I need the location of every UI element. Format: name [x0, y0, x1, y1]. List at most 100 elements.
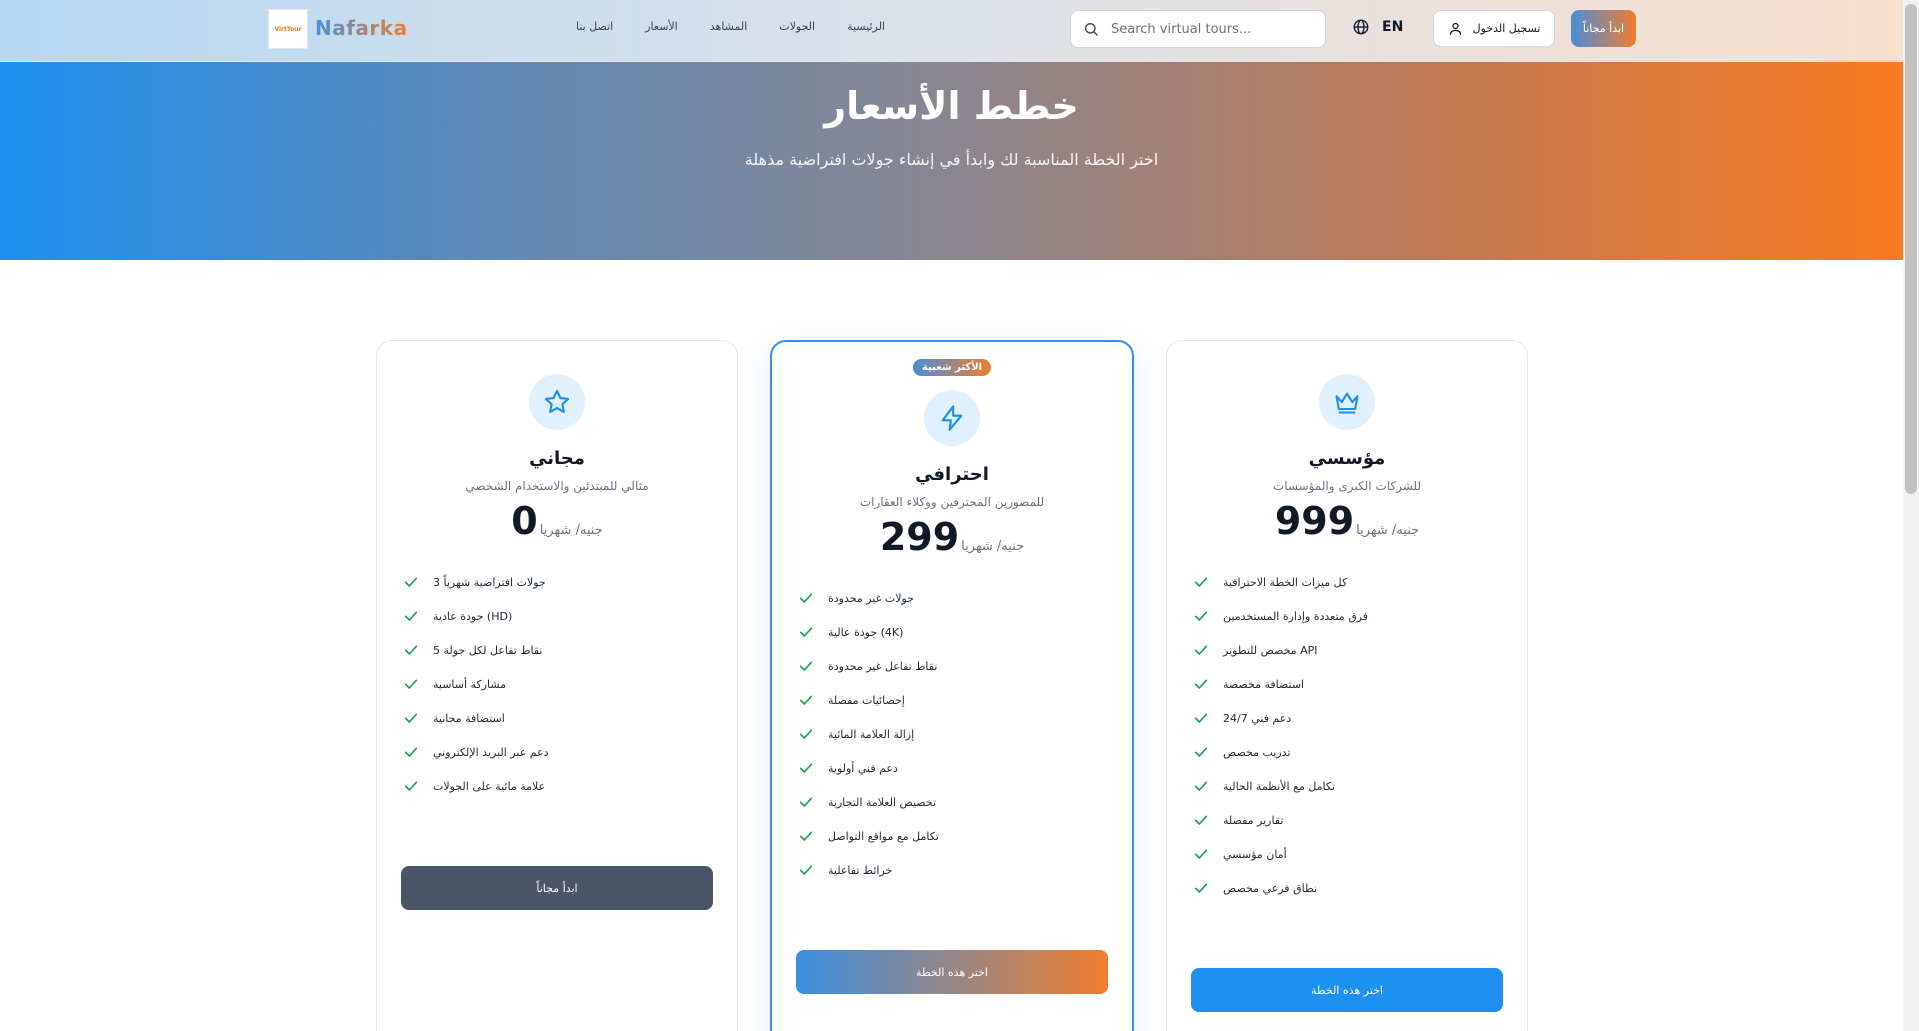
feature-item: فرق متعددة وإدارة المستخدمين	[1167, 599, 1527, 633]
plan-features: جولات غير محدودة جودة عالية (4K) نقاط تف…	[772, 581, 1132, 887]
check-icon	[1194, 747, 1208, 757]
check-icon	[799, 763, 813, 773]
logo-image[interactable]: VirtTour	[268, 9, 308, 49]
feature-item: نطاق فرعي مخصص	[1167, 871, 1527, 905]
plan-price-value: 299	[879, 515, 960, 559]
nav-link-tours[interactable]: الجولات	[763, 20, 831, 40]
check-icon	[1194, 577, 1208, 587]
feature-item: جودة عادية (HD)	[377, 599, 737, 633]
globe-icon	[1353, 19, 1369, 35]
nav-link-home[interactable]: الرئيسية	[831, 20, 901, 40]
feature-item: مخصص للتطوير API	[1167, 633, 1527, 667]
check-icon	[799, 627, 813, 637]
lightning-icon	[941, 405, 963, 431]
check-icon	[1194, 645, 1208, 655]
page-title: خطط الأسعار	[824, 84, 1079, 128]
plan-price-value: 0	[511, 499, 538, 543]
brand-name[interactable]: Nafarka	[315, 16, 408, 40]
popular-badge: الأكثر شعبية	[912, 359, 992, 376]
check-icon	[1194, 679, 1208, 689]
check-icon	[404, 679, 418, 689]
logo-text: VirtTour	[274, 25, 302, 33]
plan-select-button[interactable]: اختر هذه الخطة	[1191, 968, 1503, 1012]
feature-item: خرائط تفاعلية	[772, 853, 1132, 887]
nav-link-pricing[interactable]: الأسعار	[629, 20, 694, 40]
plan-description: للمصورين المحترفين ووكلاء العقارات	[859, 495, 1045, 509]
plan-price: 0 جنيه/ شهريا	[377, 499, 737, 543]
search-icon	[1085, 23, 1098, 36]
feature-item: علامة مائية على الجولات	[377, 769, 737, 803]
plan-select-button[interactable]: اختر هذه الخطة	[796, 950, 1108, 994]
check-icon	[1194, 781, 1208, 791]
check-icon	[404, 645, 418, 655]
check-icon	[799, 593, 813, 603]
language-label: EN	[1382, 19, 1404, 35]
feature-item: مشاركة أساسية	[377, 667, 737, 701]
nav-links: الرئيسية الجولات المشاهد الأسعار اتصل بن…	[560, 20, 901, 40]
feature-item: جولات افتراضية شهرياً 3	[377, 565, 737, 599]
nav-link-scenes[interactable]: المشاهد	[694, 20, 764, 40]
plan-card-enterprise: مؤسسي للشركات الكبرى والمؤسسات 999 جنيه/…	[1166, 340, 1528, 1031]
check-icon	[799, 695, 813, 705]
search-box[interactable]	[1070, 10, 1326, 48]
navbar: VirtTour Nafarka الرئيسية الجولات المشاه…	[0, 0, 1903, 62]
check-icon	[799, 831, 813, 841]
check-icon	[1194, 713, 1208, 723]
check-icon	[404, 713, 418, 723]
check-icon	[1194, 883, 1208, 893]
check-icon	[799, 865, 813, 875]
nav-link-contact[interactable]: اتصل بنا	[560, 20, 629, 40]
plan-icon-wrapper	[1319, 374, 1375, 430]
plan-description: للشركات الكبرى والمؤسسات	[1272, 479, 1422, 493]
check-icon	[1194, 611, 1208, 621]
scrollbar-thumb[interactable]	[1905, 4, 1917, 494]
check-icon	[799, 661, 813, 671]
plan-price: 299 جنيه/ شهريا	[772, 515, 1132, 559]
check-icon	[799, 729, 813, 739]
plan-name: احترافي	[915, 464, 989, 485]
plan-price-unit: جنيه/ شهريا	[1356, 523, 1420, 538]
page-scrollbar[interactable]	[1903, 0, 1919, 1031]
user-icon	[1449, 22, 1461, 35]
feature-item: تكامل مع الأنظمة الحالية	[1167, 769, 1527, 803]
check-icon	[1194, 849, 1208, 859]
feature-item: استضافة مجانية	[377, 701, 737, 735]
plan-icon-wrapper	[924, 390, 980, 446]
hero-section: خطط الأسعار اختر الخطة المناسبة لك وابدأ…	[0, 62, 1903, 260]
feature-item: تخصيص العلامة التجارية	[772, 785, 1132, 819]
feature-item: إحصائيات مفصلة	[772, 683, 1132, 717]
plan-name: مجاني	[529, 448, 585, 469]
plan-price-value: 999	[1274, 499, 1355, 543]
plan-card-pro: الأكثر شعبية احترافي للمصورين المحترفين …	[770, 340, 1134, 1031]
feature-item: استضافة مخصصة	[1167, 667, 1527, 701]
check-icon	[799, 797, 813, 807]
plan-icon-wrapper	[529, 374, 585, 430]
feature-item: أمان مؤسسي	[1167, 837, 1527, 871]
plan-features: جولات افتراضية شهرياً 3 جودة عادية (HD) …	[377, 565, 737, 803]
feature-item: تكامل مع مواقع التواصل	[772, 819, 1132, 853]
star-icon	[544, 389, 570, 413]
check-icon	[404, 747, 418, 757]
feature-item: نقاط تفاعل غير محدودة	[772, 649, 1132, 683]
login-button[interactable]: تسجيل الدخول	[1433, 10, 1555, 47]
plan-features: كل ميزات الخطة الاحترافية فرق متعددة وإد…	[1167, 565, 1527, 905]
plan-price-unit: جنيه/ شهريا	[961, 539, 1025, 554]
plan-price: 999 جنيه/ شهريا	[1167, 499, 1527, 543]
feature-item: دعم فني 24/7	[1167, 701, 1527, 735]
crown-icon	[1335, 392, 1359, 414]
feature-item: نقاط تفاعل لكل جولة 5	[377, 633, 737, 667]
plan-price-unit: جنيه/ شهريا	[539, 523, 603, 538]
plan-name: مؤسسي	[1308, 448, 1386, 469]
feature-item: دعم عبر البريد الإلكتروني	[377, 735, 737, 769]
check-icon	[404, 611, 418, 621]
start-free-button[interactable]: ابدأ مجاناً	[1571, 10, 1636, 47]
plan-description: مثالي للمبتدئين والاستخدام الشخصي	[465, 479, 649, 493]
feature-item: جولات غير محدودة	[772, 581, 1132, 615]
plan-select-button[interactable]: ابدأ مجاناً	[401, 866, 713, 910]
feature-item: تدريب مخصص	[1167, 735, 1527, 769]
search-input[interactable]	[1111, 21, 1311, 37]
language-switcher[interactable]: EN	[1352, 18, 1403, 36]
feature-item: دعم فني أولوية	[772, 751, 1132, 785]
feature-item: كل ميزات الخطة الاحترافية	[1167, 565, 1527, 599]
check-icon	[1194, 815, 1208, 825]
